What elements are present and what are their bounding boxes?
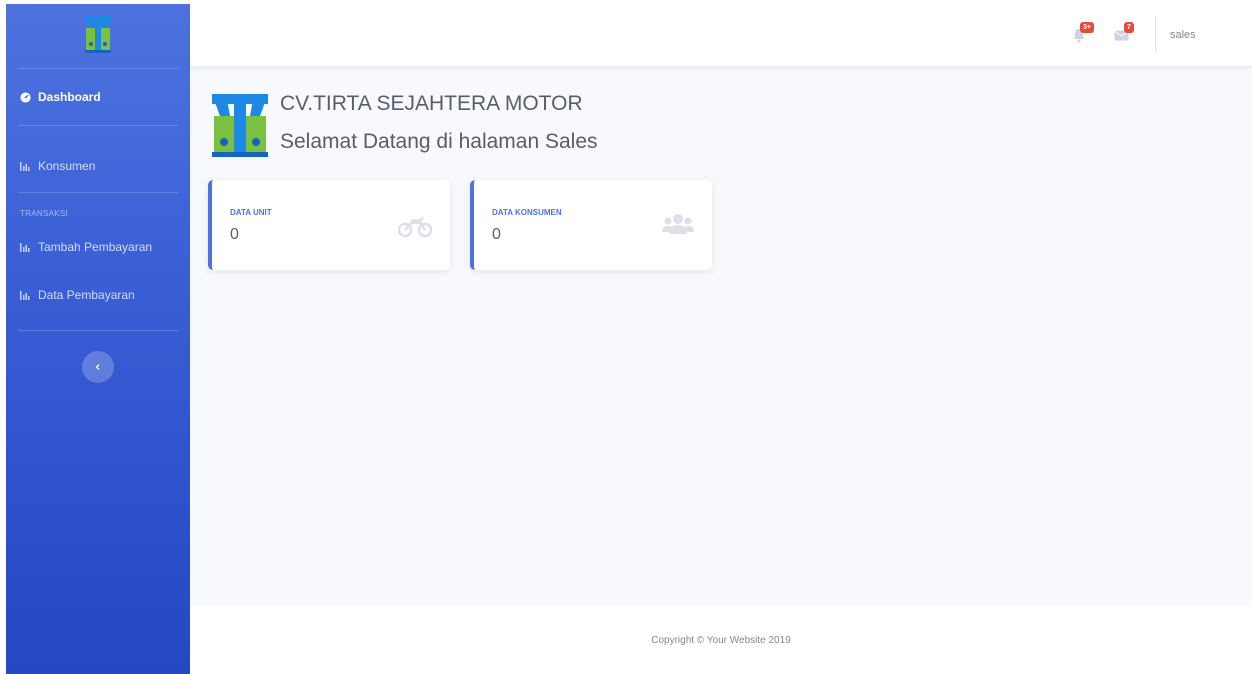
chevron-left-icon [95,364,100,370]
card-label: DATA UNIT [230,208,272,217]
alerts-badge: 3+ [1080,22,1094,33]
messages-badge: 7 [1124,22,1134,33]
sidebar-brand[interactable] [6,4,190,68]
sidebar-item-tambah-pembayaran[interactable]: Tambah Pembayaran [6,218,190,268]
topbar-divider [1155,16,1156,52]
sidebar-item-data-pembayaran[interactable]: Data Pembayaran [6,268,190,322]
sidebar: Dashboard Konsumen TRANSAKSI Tambah Pemb… [6,4,190,674]
tsm-logo-icon [85,16,111,53]
card-label: DATA KONSUMEN [492,208,562,217]
sidebar-item-konsumen[interactable]: Konsumen [6,126,190,192]
footer: Copyright © Your Website 2019 [190,606,1252,674]
users-icon [662,214,694,234]
motorcycle-icon [398,216,432,238]
sidebar-item-dashboard[interactable]: Dashboard [6,69,190,125]
sidebar-heading-transaksi: TRANSAKSI [20,209,69,218]
chart-bar-icon [20,290,32,300]
user-name: sales [1170,29,1196,41]
user-dropdown[interactable]: sales [1170,26,1196,44]
sidebar-item-label: Konsumen [38,159,96,173]
tachometer-icon [20,91,32,103]
sidebar-item-label: Dashboard [38,90,101,104]
messages-button[interactable]: 7 [1114,22,1136,46]
card-value: 0 [230,226,239,243]
chart-bar-icon [20,242,32,252]
card-value: 0 [492,226,501,243]
welcome-text: Selamat Datang di halaman Sales [280,130,598,153]
company-name: CV.TIRTA SEJAHTERA MOTOR [280,92,583,115]
main-content: CV.TIRTA SEJAHTERA MOTOR Selamat Datang … [190,66,1252,606]
sidebar-item-label: Tambah Pembayaran [38,240,153,254]
chart-bar-icon [20,161,32,171]
alerts-button[interactable]: 3+ [1072,22,1094,46]
topbar: 3+ 7 sales [190,0,1252,66]
footer-copyright: Copyright © Your Website 2019 [651,634,791,646]
company-logo [212,94,268,157]
sidebar-item-label: Data Pembayaran [38,288,135,302]
sidebar-toggle-button[interactable] [82,351,114,383]
card-data-unit: DATA UNIT 0 [208,180,450,270]
card-data-konsumen: DATA KONSUMEN 0 [470,180,712,270]
